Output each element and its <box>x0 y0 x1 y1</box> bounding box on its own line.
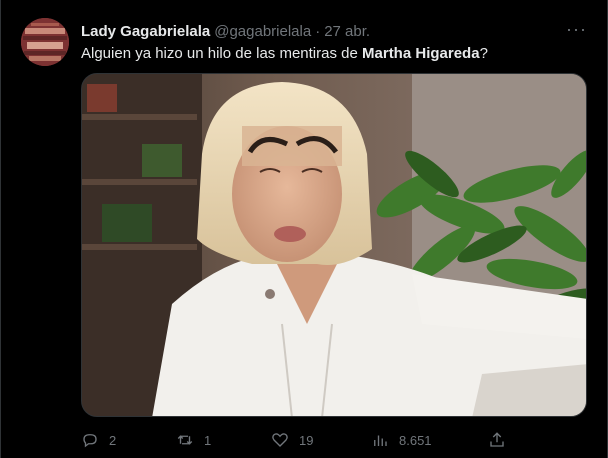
views-button[interactable]: 8.651 <box>371 431 432 449</box>
heart-icon <box>272 433 288 447</box>
retweet-icon <box>177 435 193 445</box>
tweet-text: Alguien ya hizo un hilo de las mentiras … <box>81 44 587 64</box>
tweet-header: Lady Gagabrielala @gagabrielala · 27 abr… <box>81 19 587 41</box>
separator-dot: · <box>315 22 321 40</box>
tweet-text-end: ? <box>479 45 488 62</box>
retweet-count: 1 <box>204 432 212 448</box>
reply-button[interactable]: 2 <box>81 431 116 449</box>
like-button[interactable]: 19 <box>271 431 313 449</box>
reply-icon <box>83 434 97 448</box>
avatar[interactable] <box>21 18 69 66</box>
views-icon <box>374 435 387 446</box>
like-count: 19 <box>299 432 314 448</box>
share-icon <box>490 432 504 447</box>
share-button[interactable] <box>488 431 516 449</box>
tweet-date[interactable]: 27 abr. <box>324 23 370 40</box>
reply-count: 2 <box>109 432 117 448</box>
retweet-button[interactable]: 1 <box>176 431 211 449</box>
tweet-actions: 2 1 19 8.651 <box>81 430 511 450</box>
tweet-media-image[interactable] <box>81 73 587 417</box>
more-options-icon[interactable]: ··· <box>566 19 587 40</box>
tweet-text-bold[interactable]: Martha Higareda <box>362 45 480 62</box>
user-handle[interactable]: @gagabrielala <box>214 23 311 40</box>
display-name[interactable]: Lady Gagabrielala <box>81 23 210 40</box>
tweet-card[interactable]: Lady Gagabrielala @gagabrielala · 27 abr… <box>0 0 608 458</box>
tweet-text-part: Alguien ya hizo un hilo de las mentiras … <box>81 45 363 62</box>
views-count: 8.651 <box>399 432 432 448</box>
